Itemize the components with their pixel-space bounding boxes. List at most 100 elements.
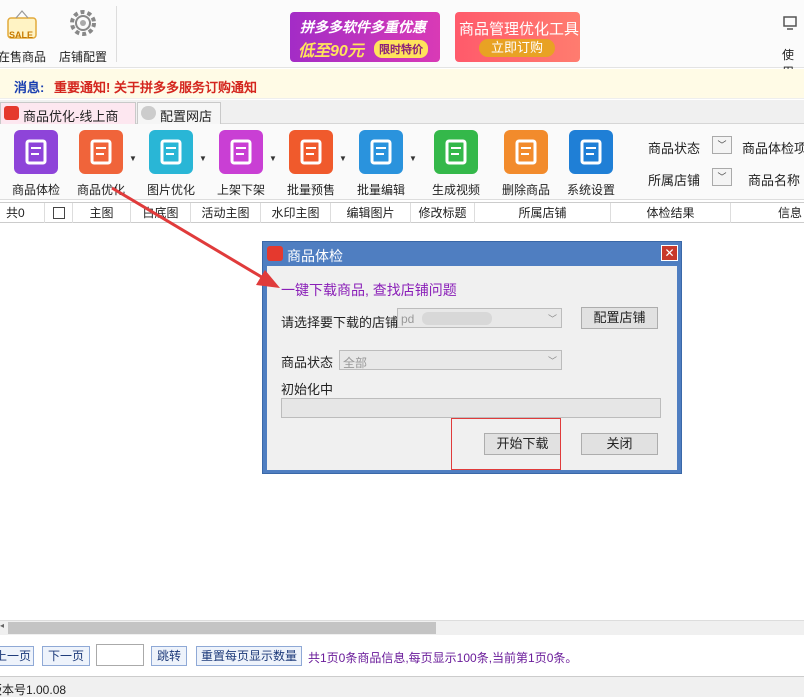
tool-label: 商品优化 [76,183,125,197]
status-bar: 版本号1.00.08 [0,676,804,697]
search-doc-icon [14,130,58,174]
dialog-headline: 一键下载商品, 查找店铺问题 [281,282,457,298]
app-logo-icon [4,106,19,120]
message-bar: 消息: 重要通知! 关于拼多多服务订购通知 [0,69,804,99]
col-check-result[interactable]: 体检结果 [610,203,730,223]
col-count: 共0 [6,206,25,220]
status-dropdown[interactable]: ﹀ [712,136,732,154]
tool-button-video[interactable]: 生成视频 [421,130,491,197]
sale-badge-text: SALE [9,30,34,40]
version-text: 版本号1.00.08 [0,683,67,697]
close-icon[interactable]: ✕ [661,245,678,261]
upload-icon [149,130,193,174]
tool-label: 商品体检 [11,183,60,197]
tool-label: 批量编辑 [356,183,405,197]
next-page-button[interactable]: 下一页 [42,646,90,666]
toolbar-divider [116,6,117,62]
promo-banner[interactable]: 拼多多软件多重优惠 低至90元 限时特价 [290,12,440,62]
store-select-value: pd [401,312,415,326]
app-logo-icon [267,246,283,261]
reset-page-size-button[interactable]: 重置每页显示数量 [196,646,302,666]
redacted-store-name [422,312,492,325]
tool-button-gear[interactable]: 系统设置 [556,130,626,197]
order-now-button[interactable]: 立即订购 [479,39,555,57]
tool-button-rocket[interactable]: 商品优化 ▼ [66,130,137,197]
col-main-image[interactable]: 主图 [72,203,130,223]
tool-label: 系统设置 [566,183,615,197]
store-config-button[interactable]: 店铺配置 [56,6,110,64]
chevron-down-icon: ﹀ [547,356,557,366]
grid-header: 共0 主图 白底图 活动主图 水印主图 编辑图片 修改标题 所属店铺 体检结果 … [0,202,804,223]
on-sale-button[interactable]: SALE 在售商品 [0,6,48,64]
dropdown-caret-icon[interactable]: ▼ [409,154,417,163]
trash-icon [504,130,548,174]
scrollbar-thumb[interactable] [8,622,436,634]
close-button[interactable]: 关闭 [581,433,658,455]
filter-check-label: 商品体检项 [742,141,804,156]
limited-offer-badge: 限时特价 [374,40,428,58]
pager: 上一页 下一页 跳转 重置每页显示数量 共1页0条商品信息,每页显示100条,当… [0,640,804,670]
col-edit-image[interactable]: 编辑图片 [330,203,410,223]
tool-button-search-doc[interactable]: 商品体检 [1,130,71,197]
edit-icon [359,130,403,174]
shelf-icon [219,130,263,174]
banner-headline: 拼多多软件多重优惠 [300,19,426,35]
message-prefix: 消息: [14,80,45,95]
col-select-all[interactable] [44,203,72,223]
filter-status-label: 商品状态 [648,141,701,156]
init-label: 初始化中 [281,382,334,397]
prev-page-button[interactable]: 上一页 [0,646,34,666]
tool-button-edit[interactable]: 批量编辑 ▼ [346,130,417,197]
rocket-icon [79,130,123,174]
tool-label: 上架下架 [216,183,265,197]
order-banner[interactable]: 商品管理优化工具 立即订购 [455,12,580,62]
alarm-clock-icon [289,130,333,174]
banner-price: 低至90元 [298,43,364,60]
store-config-label: 店铺配置 [58,50,107,64]
dialog-title: 商品体检 [287,248,343,264]
toolbar: 商品体检 商品优化 ▼ 图片优化 ▼ 上架下架 ▼ 批量预售 ▼ 批量编辑 ▼ 生成视频 删除商品 系统设… [0,124,804,200]
select-all-checkbox[interactable] [52,207,65,219]
tool-button-alarm-clock[interactable]: 批量预售 ▼ [276,130,347,197]
monitor-icon [783,16,797,30]
store-dropdown[interactable]: ﹀ [712,168,732,186]
horizontal-scrollbar[interactable]: ◂ [0,620,804,635]
status-select-value: 全部 [343,356,368,370]
tool-label: 图片优化 [146,183,195,197]
banner2-headline: 商品管理优化工具 [459,21,580,38]
col-modify-title[interactable]: 修改标题 [410,203,474,223]
scroll-left-icon[interactable]: ◂ [0,621,4,630]
tool-button-upload[interactable]: 图片优化 ▼ [136,130,207,197]
gear-icon [70,10,96,36]
tool-label: 生成视频 [431,183,480,197]
video-icon [434,130,478,174]
store-select-label: 请选择要下载的店铺 [281,315,399,330]
filter-name-label: 商品名称 [748,173,801,188]
col-store[interactable]: 所属店铺 [474,203,610,223]
col-white-image[interactable]: 白底图 [130,203,190,223]
store-select[interactable]: pd ﹀ [397,308,562,328]
tool-button-trash[interactable]: 删除商品 [491,130,561,197]
col-activity-image[interactable]: 活动主图 [190,203,260,223]
message-text[interactable]: 重要通知! 关于拼多多服务订购通知 [54,77,257,96]
on-sale-label: 在售商品 [0,50,46,64]
status-select[interactable]: 全部 ﹀ [339,350,562,370]
tool-button-shelf[interactable]: 上架下架 ▼ [206,130,277,197]
gear-icon [141,106,156,120]
config-store-button[interactable]: 配置店铺 [581,307,658,329]
progress-bar [281,398,661,418]
dialog-titlebar[interactable]: 商品体检 ✕ [263,242,681,266]
top-bar: SALE 在售商品 店铺配置 拼多多软件多重优惠 低至90元 限时特价 商品管理… [0,0,804,79]
highlight-box [451,418,561,470]
status-select-label: 商品状态 [281,355,334,370]
page-number-input[interactable] [96,644,144,666]
chevron-down-icon: ﹀ [547,314,557,324]
tab-config-store[interactable]: 配置网店 [137,102,221,124]
col-info[interactable]: 信息 [730,203,804,223]
tab-product-optimize[interactable]: 商品优化-线上商品 [0,102,136,143]
tab-label: 配置网店 [160,109,213,124]
jump-button[interactable]: 跳转 [151,646,187,666]
col-watermark-image[interactable]: 水印主图 [260,203,330,223]
tool-label: 删除商品 [501,183,550,197]
gear-icon [569,130,613,174]
